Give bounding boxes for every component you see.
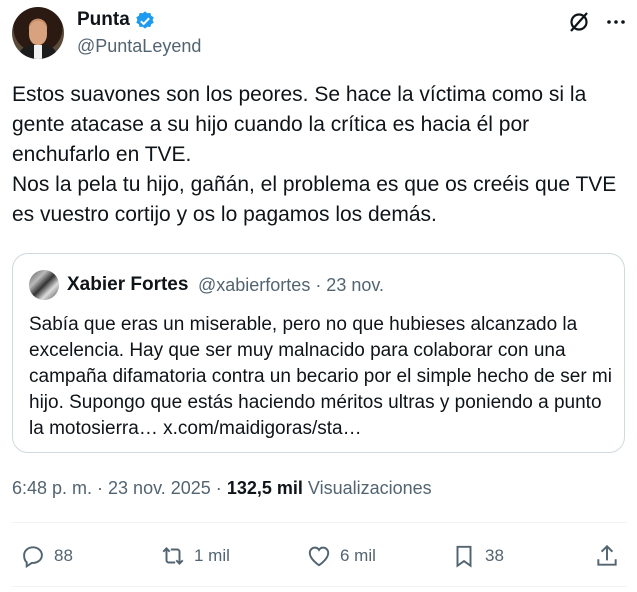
like-count: 6 mil bbox=[340, 546, 376, 565]
divider bbox=[12, 522, 627, 523]
quoted-author-avatar[interactable] bbox=[29, 270, 59, 300]
avatar-shirt bbox=[34, 45, 42, 59]
author-name[interactable]: Punta bbox=[77, 9, 130, 31]
more-options-icon[interactable] bbox=[604, 10, 628, 34]
avatar-face bbox=[29, 21, 47, 45]
author-avatar[interactable] bbox=[12, 7, 64, 59]
repost-count: 1 mil bbox=[194, 546, 230, 565]
tweet-text: Estos suavones son los peores. Se hace l… bbox=[12, 80, 627, 230]
bookmark-count: 38 bbox=[485, 546, 504, 565]
bookmark-icon bbox=[456, 545, 472, 568]
tweet-paragraph: Estos suavones son los peores. Se hace l… bbox=[12, 83, 587, 166]
grok-icon[interactable] bbox=[567, 10, 591, 34]
author-handle[interactable]: @PuntaLeyend bbox=[77, 36, 201, 57]
divider bbox=[12, 586, 627, 587]
share-icon bbox=[597, 544, 617, 566]
tweet-meta: 6:48 p. m. · 23 nov. 2025 · 132,5 mil Vi… bbox=[12, 478, 432, 499]
reply-button[interactable]: 88 bbox=[20, 536, 73, 576]
reply-icon bbox=[23, 546, 43, 569]
reply-count: 88 bbox=[54, 546, 73, 565]
quoted-tweet-text: Sabía que eras un miserable, pero no que… bbox=[29, 314, 612, 439]
action-bar: 88 1 mil 6 mil 38 bbox=[12, 536, 627, 576]
views-label: Visualizaciones bbox=[307, 478, 432, 498]
tweet-timestamp[interactable]: 6:48 p. m. · 23 nov. 2025 · bbox=[12, 478, 222, 498]
repost-button[interactable]: 1 mil bbox=[160, 536, 230, 576]
repost-icon bbox=[162, 547, 184, 565]
bookmark-button[interactable]: 38 bbox=[451, 536, 504, 576]
share-button[interactable] bbox=[594, 536, 628, 576]
verified-badge-icon bbox=[136, 11, 154, 29]
quoted-tweet-card[interactable]: Xabier Fortes @xabierfortes · 23 nov. Sa… bbox=[12, 253, 625, 453]
quoted-author-name[interactable]: Xabier Fortes bbox=[67, 274, 188, 296]
view-count: 132,5 mil bbox=[226, 478, 303, 498]
tweet-paragraph: Nos la pela tu hijo, gañán, el problema … bbox=[12, 173, 617, 226]
quoted-author-handle: @xabierfortes · 23 nov. bbox=[198, 275, 385, 295]
like-button[interactable]: 6 mil bbox=[306, 536, 376, 576]
heart-icon bbox=[308, 546, 330, 567]
